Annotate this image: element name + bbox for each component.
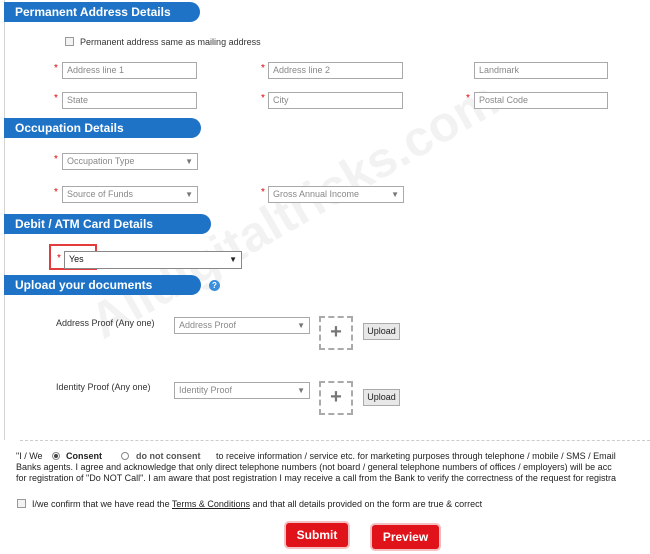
chevron-down-icon: ▼ [229,255,237,264]
required-marker: * [54,63,58,74]
consent-text-line3: for registration of "Do NOT Call". I am … [16,473,616,483]
chevron-down-icon: ▼ [185,157,193,166]
terms-statement: I/we confirm that we have read the Terms… [32,499,482,509]
required-marker: * [261,93,265,104]
consent-text-line1: to receive information / service etc. fo… [216,451,616,461]
required-marker: * [54,187,58,198]
do-not-consent-radio[interactable] [121,452,129,460]
chevron-down-icon: ▼ [297,386,305,395]
consent-radio[interactable] [52,452,60,460]
submit-button[interactable]: Submit [286,523,348,547]
section-debit-card: Debit / ATM Card Details [4,214,211,234]
help-icon[interactable]: ? [209,280,220,291]
identity-proof-upload-button[interactable]: Upload [363,389,400,406]
plus-icon: + [330,386,342,408]
consent-label: Consent [66,451,102,461]
required-marker: * [261,63,265,74]
city-field[interactable]: City [268,92,403,109]
chevron-down-icon: ▼ [391,190,399,199]
source-of-funds-select[interactable]: Source of Funds ▼ [62,186,198,203]
state-field[interactable]: State [62,92,197,109]
address-proof-upload-button[interactable]: Upload [363,323,400,340]
terms-text-before: I/we confirm that we have read the [32,499,170,509]
occupation-type-select[interactable]: Occupation Type ▼ [62,153,198,170]
do-not-consent-label: do not consent [136,451,201,461]
address-proof-select[interactable]: Address Proof ▼ [174,317,310,334]
consent-prefix: "I / We [16,451,43,461]
terms-link[interactable]: Terms & Conditions [172,499,250,509]
terms-text-after: and that all details provided on the for… [252,499,483,509]
preview-button[interactable]: Preview [372,525,439,549]
identity-proof-select[interactable]: Identity Proof ▼ [174,382,310,399]
address-proof-label: Address Proof (Any one) [56,318,155,328]
postal-code-field[interactable]: Postal Code [474,92,608,109]
debit-card-select[interactable]: Yes ▼ [64,251,242,269]
required-marker: * [54,154,58,165]
divider [20,440,650,441]
required-marker: * [261,187,265,198]
source-of-funds-value: Source of Funds [67,189,134,199]
plus-icon: + [330,321,342,343]
address-proof-drop-zone[interactable]: + [319,316,353,350]
landmark-field[interactable]: Landmark [474,62,608,79]
same-as-mailing-label: Permanent address same as mailing addres… [80,37,261,47]
address-line2-field[interactable]: Address line 2 [268,62,403,79]
terms-checkbox[interactable] [17,499,26,508]
section-upload-documents: Upload your documents (optional) [4,275,201,312]
watermark: Alldigitaltricks.com [80,70,508,350]
same-as-mailing-checkbox[interactable] [65,37,74,46]
identity-proof-drop-zone[interactable]: + [319,381,353,415]
required-marker: * [466,93,470,104]
chevron-down-icon: ▼ [185,190,193,199]
required-marker: * [57,253,61,264]
occupation-type-value: Occupation Type [67,156,135,166]
section-permanent-address: Permanent Address Details [4,2,200,22]
address-line1-field[interactable]: Address line 1 [62,62,197,79]
section-occupation: Occupation Details [4,118,201,138]
identity-proof-label: Identity Proof (Any one) [56,382,151,392]
gross-annual-income-select[interactable]: Gross Annual Income ▼ [268,186,404,203]
identity-proof-value: Identity Proof [179,385,233,395]
application-form: Alldigitaltricks.com Permanent Address D… [0,0,650,554]
address-proof-value: Address Proof [179,320,237,330]
consent-text-line2: Banks agents. I agree and acknowledge th… [16,462,612,472]
chevron-down-icon: ▼ [297,321,305,330]
required-marker: * [54,93,58,104]
gross-annual-income-value: Gross Annual Income [273,189,360,199]
debit-card-value: Yes [69,254,84,264]
